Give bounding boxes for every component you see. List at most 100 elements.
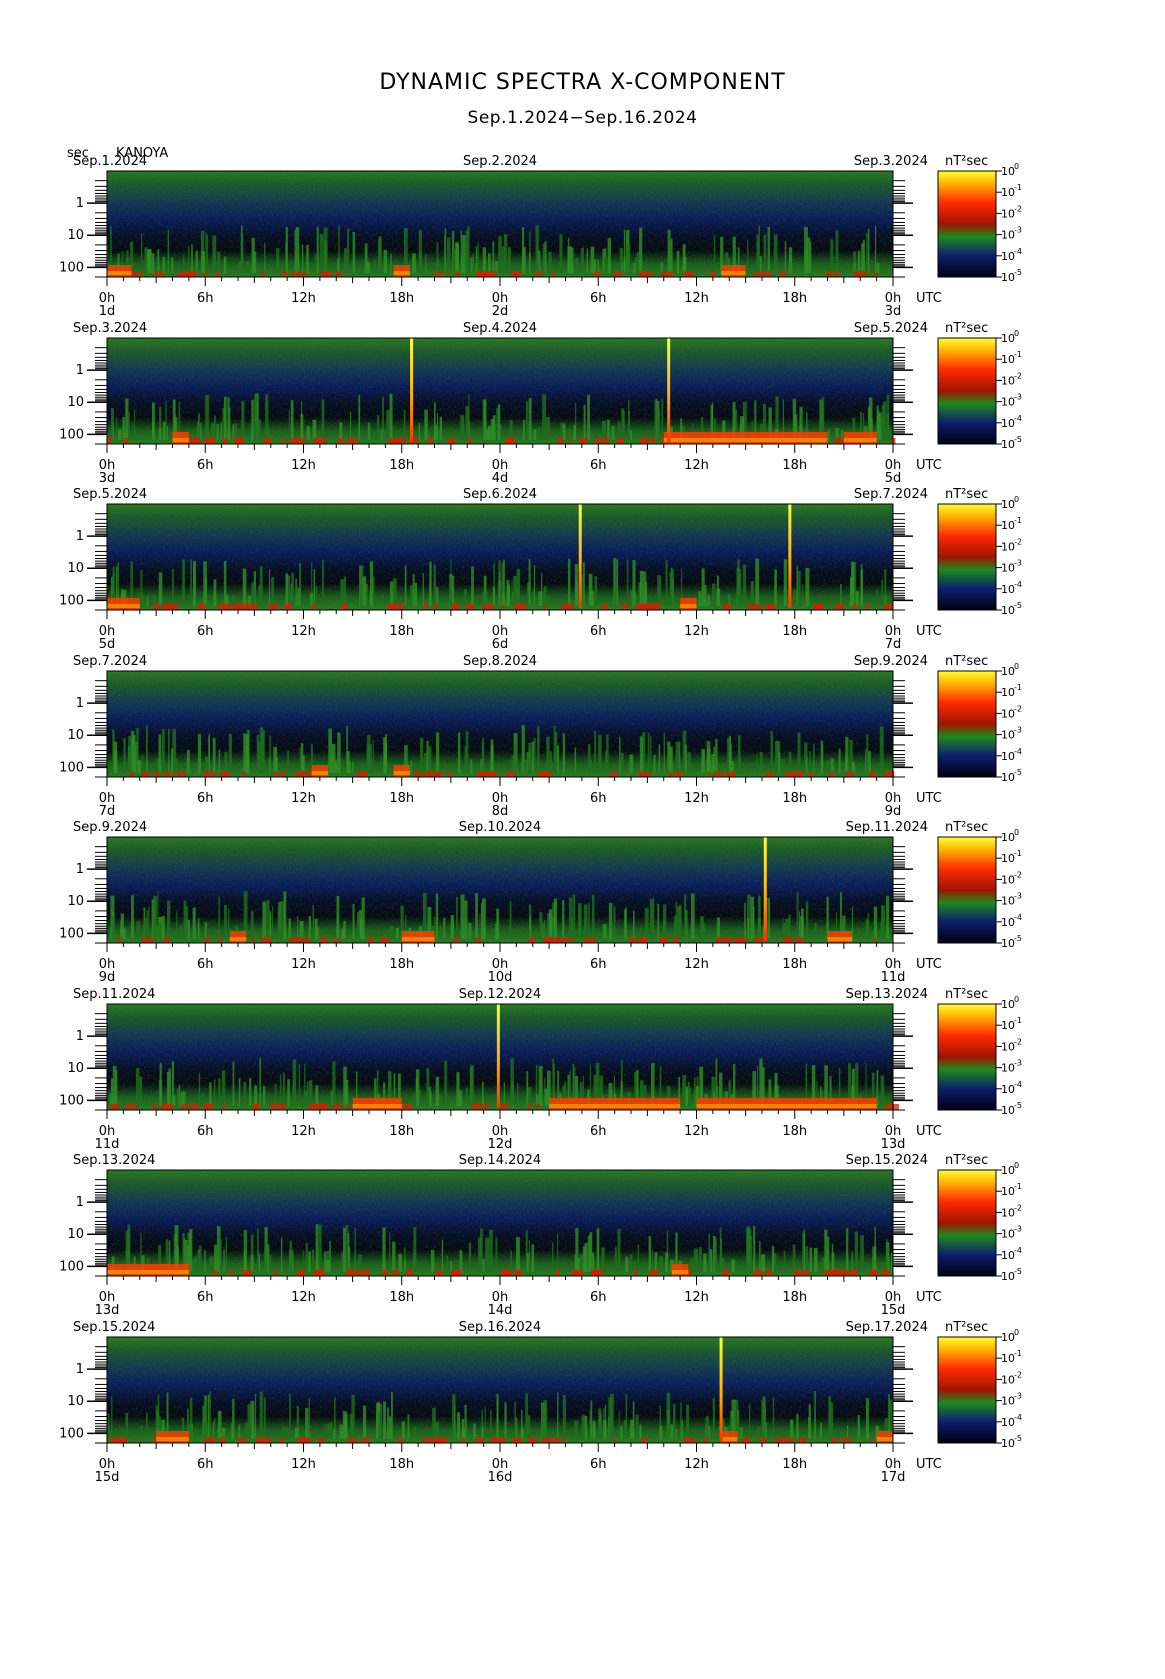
spectrogram-plot: Sep.1.2024 Sep.2.2024 Sep.3.20241101000h 6h… bbox=[59, 154, 1022, 1485]
colorbar-unit: nT²sec bbox=[945, 1153, 988, 1168]
y-tick-label: 1 bbox=[76, 196, 84, 211]
day-label: 7d bbox=[99, 804, 116, 819]
colorbar-tick-base: 10 bbox=[1001, 852, 1015, 865]
colorbar-tick-base: 10 bbox=[1001, 604, 1015, 617]
y-tick-label: 10 bbox=[67, 894, 84, 909]
panel-mid-date: Sep.12.2024 bbox=[459, 987, 541, 1002]
y-tick-label: 100 bbox=[59, 593, 84, 608]
colorbar-tick-exponent: -1 bbox=[1014, 350, 1022, 359]
colorbar-tick-base: 10 bbox=[1001, 1249, 1015, 1262]
colorbar-tick-exponent: 0 bbox=[1014, 1161, 1019, 1170]
active-interval-core bbox=[663, 438, 828, 442]
x-axis: 0h 6h 12h 18h 0h 6h 12h 18h 0h UTC1d 2d 3d bbox=[99, 277, 942, 319]
y-tick-label: 1 bbox=[76, 696, 84, 711]
colorbar-tick-base: 10 bbox=[1001, 1019, 1015, 1032]
panel-left-date: Sep.3.2024 bbox=[73, 321, 147, 336]
colorbar-gradient bbox=[937, 1169, 997, 1277]
day-label: 12d bbox=[488, 1137, 513, 1152]
active-interval-core bbox=[401, 937, 435, 941]
x-tick-label: 18h bbox=[389, 957, 414, 972]
colorbar-tick-base: 10 bbox=[1001, 417, 1015, 430]
colorbar-tick-exponent: -3 bbox=[1014, 726, 1022, 735]
colorbar-tick-base: 10 bbox=[1001, 396, 1015, 409]
colorbar-tick-exponent: -2 bbox=[1014, 204, 1022, 213]
active-interval-core bbox=[352, 1104, 402, 1108]
active-interval-core bbox=[843, 438, 877, 442]
panel-mid-date: Sep.10.2024 bbox=[459, 820, 541, 835]
x-axis-unit: UTC bbox=[916, 1124, 942, 1139]
x-tick-label: 12h bbox=[684, 1124, 709, 1139]
x-tick-label: 18h bbox=[389, 458, 414, 473]
x-axis: 0h 6h 12h 18h 0h 6h 12h 18h 0h UTC7d 8d 9d bbox=[99, 777, 942, 819]
y-tick-label: 100 bbox=[59, 1426, 84, 1441]
day-label: 1d bbox=[99, 304, 116, 319]
colorbar-unit: nT²sec bbox=[945, 154, 988, 169]
day-label: 17d bbox=[881, 1470, 906, 1485]
panel-left-date: Sep.5.2024 bbox=[73, 487, 147, 502]
colorbar-tick-exponent: 0 bbox=[1014, 329, 1019, 338]
panel-left-date: Sep.7.2024 bbox=[73, 654, 147, 669]
colorbar-tick-base: 10 bbox=[1001, 707, 1015, 720]
colorbar-tick-base: 10 bbox=[1001, 665, 1015, 678]
colorbar-tick-base: 10 bbox=[1001, 353, 1015, 366]
colorbar-tick-exponent: -1 bbox=[1014, 1182, 1022, 1191]
x-tick-label: 18h bbox=[389, 791, 414, 806]
day-label: 13d bbox=[881, 1137, 906, 1152]
colorbar-tick-base: 10 bbox=[1001, 498, 1015, 511]
colorbar-tick-exponent: -5 bbox=[1014, 1267, 1022, 1276]
colorbar-tick-base: 10 bbox=[1001, 1331, 1015, 1344]
colorbar: nT²sec10 010 -110 -210 -310 -410 -5 bbox=[937, 487, 1022, 617]
colorbar-tick-exponent: -2 bbox=[1014, 371, 1022, 380]
colorbar-tick-base: 10 bbox=[1001, 1228, 1015, 1241]
colorbar-tick-base: 10 bbox=[1001, 729, 1015, 742]
panel-right-date: Sep.11.2024 bbox=[846, 820, 928, 835]
active-interval-core bbox=[107, 271, 132, 275]
active-interval-core bbox=[393, 271, 410, 275]
panel-left-date: Sep.1.2024 bbox=[73, 154, 147, 169]
panel-left-date: Sep.13.2024 bbox=[73, 1153, 155, 1168]
day-label: 3d bbox=[99, 471, 116, 486]
day-label: 16d bbox=[488, 1470, 513, 1485]
colorbar-tick-exponent: -1 bbox=[1014, 849, 1022, 858]
colorbar-tick-exponent: -5 bbox=[1014, 934, 1022, 943]
colorbar-tick-base: 10 bbox=[1001, 250, 1015, 263]
active-interval-core bbox=[107, 1270, 189, 1274]
day-label: 9d bbox=[99, 970, 116, 985]
colorbar-tick-base: 10 bbox=[1001, 1104, 1015, 1117]
x-tick-label: 12h bbox=[684, 624, 709, 639]
colorbar-tick-base: 10 bbox=[1001, 165, 1015, 178]
spectral-spike bbox=[788, 504, 792, 608]
active-interval-core bbox=[671, 1270, 689, 1274]
colorbar-tick-base: 10 bbox=[1001, 1416, 1015, 1429]
x-tick-label: 12h bbox=[684, 1290, 709, 1305]
colorbar-tick-exponent: -3 bbox=[1014, 892, 1022, 901]
x-tick-label: 12h bbox=[291, 1457, 316, 1472]
spectral-spike bbox=[763, 837, 767, 941]
y-tick-label: 100 bbox=[59, 760, 84, 775]
colorbar-tick-exponent: 0 bbox=[1014, 662, 1019, 671]
colorbar-tick-exponent: -2 bbox=[1014, 704, 1022, 713]
panel-right-date: Sep.15.2024 bbox=[846, 1153, 928, 1168]
colorbar-unit: nT²sec bbox=[945, 321, 988, 336]
day-label: 15d bbox=[95, 1470, 120, 1485]
panel-right-date: Sep.3.2024 bbox=[854, 154, 928, 169]
colorbar-tick-base: 10 bbox=[1001, 686, 1015, 699]
colorbar: nT²sec10 010 -110 -210 -310 -410 -5 bbox=[937, 987, 1022, 1117]
x-tick-label: 12h bbox=[291, 1290, 316, 1305]
y-tick-label: 100 bbox=[59, 260, 84, 275]
x-axis-unit: UTC bbox=[916, 791, 942, 806]
x-axis: 0h 6h 12h 18h 0h 6h 12h 18h 0h UTC13d 14d 15d bbox=[95, 1276, 942, 1318]
day-label: 8d bbox=[492, 804, 509, 819]
x-axis: 0h 6h 12h 18h 0h 6h 12h 18h 0h UTC9d 10d 11d bbox=[99, 943, 942, 985]
panel-2: Sep.3.2024 Sep.4.2024 Sep.5.20241101000h 6h… bbox=[59, 321, 1022, 486]
y-tick-label: 10 bbox=[67, 395, 84, 410]
colorbar-tick-exponent: 0 bbox=[1014, 995, 1019, 1004]
active-interval-core bbox=[172, 438, 189, 442]
x-axis: 0h 6h 12h 18h 0h 6h 12h 18h 0h UTC5d 6d 7d bbox=[99, 610, 942, 652]
day-label: 7d bbox=[885, 637, 902, 652]
active-interval-core bbox=[393, 771, 410, 775]
day-label: 13d bbox=[95, 1303, 120, 1318]
day-label: 4d bbox=[492, 471, 509, 486]
colorbar: nT²sec10 010 -110 -210 -310 -410 -5 bbox=[937, 654, 1022, 784]
panel-mid-date: Sep.14.2024 bbox=[459, 1153, 541, 1168]
